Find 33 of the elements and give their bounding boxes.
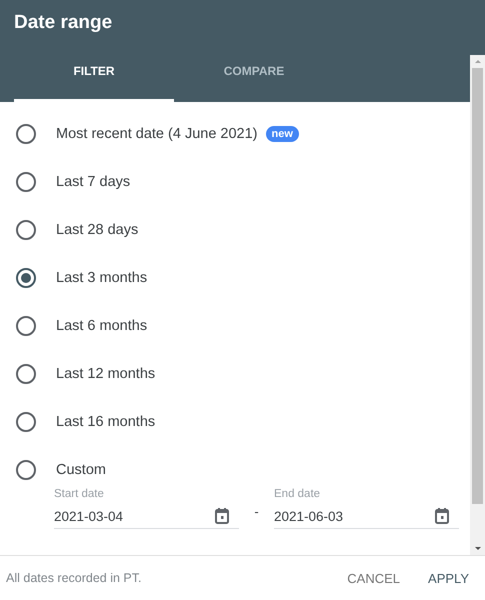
- field-value[interactable]: 2021-06-03: [274, 508, 344, 524]
- option-label[interactable]: Last 16 months: [56, 414, 156, 430]
- tab[interactable]: COMPARE: [174, 43, 334, 102]
- new-badge: new: [266, 126, 299, 142]
- field-value[interactable]: 2021-03-04: [54, 508, 124, 524]
- calendar-icon[interactable]: [435, 508, 449, 524]
- field-label: End date: [274, 488, 322, 500]
- calendar-icon[interactable]: [215, 508, 229, 524]
- field-label: Start date: [54, 488, 105, 500]
- radio-button[interactable]: [16, 364, 36, 384]
- radio-button[interactable]: [16, 172, 36, 192]
- radio-button[interactable]: [16, 460, 36, 480]
- tab[interactable]: FILTER: [14, 43, 174, 102]
- option-label[interactable]: Last 28 days: [56, 222, 138, 238]
- option-label[interactable]: Last 6 months: [56, 318, 148, 334]
- radio-button[interactable]: [16, 268, 36, 288]
- range-separator: -: [253, 504, 260, 521]
- option-label[interactable]: Custom: [56, 462, 106, 478]
- dialog-title: Date range: [13, 11, 114, 35]
- option-label[interactable]: Most recent date (4 June 2021): [56, 126, 258, 142]
- option-label[interactable]: Last 3 months: [56, 270, 148, 286]
- radio-button[interactable]: [16, 124, 36, 144]
- option-label[interactable]: Last 12 months: [56, 366, 156, 382]
- footer-button[interactable]: APPLY: [418, 564, 479, 592]
- scrollbar[interactable]: [470, 55, 485, 555]
- footer-note: All dates recorded in PT.: [6, 571, 142, 585]
- radio-button[interactable]: [16, 412, 36, 432]
- date-field[interactable]: End date 2021-06-03: [274, 488, 459, 529]
- radio-button[interactable]: [16, 316, 36, 336]
- radio-button[interactable]: [16, 220, 36, 240]
- date-field[interactable]: Start date 2021-03-04: [54, 488, 239, 529]
- footer-button[interactable]: CANCEL: [337, 564, 410, 592]
- option-label[interactable]: Last 7 days: [56, 174, 130, 190]
